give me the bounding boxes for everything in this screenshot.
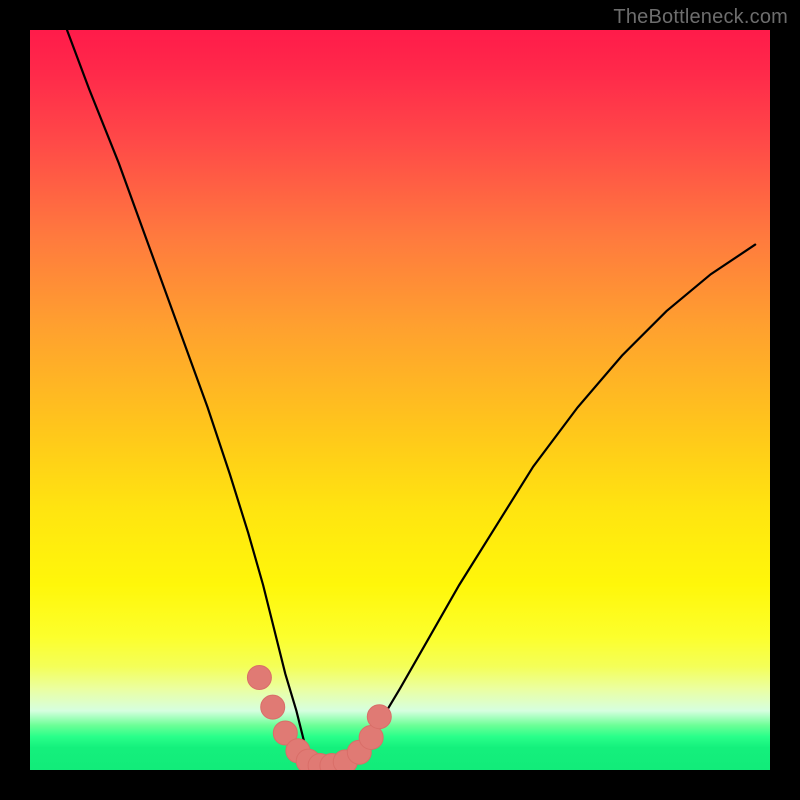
marker-point bbox=[247, 666, 271, 690]
bottleneck-curve bbox=[67, 30, 755, 766]
marker-point bbox=[367, 705, 391, 729]
marker-point bbox=[261, 695, 285, 719]
watermark-text: TheBottleneck.com bbox=[613, 6, 788, 29]
chart-svg bbox=[30, 30, 770, 770]
plot-frame bbox=[30, 30, 770, 770]
highlighted-points bbox=[247, 666, 391, 771]
